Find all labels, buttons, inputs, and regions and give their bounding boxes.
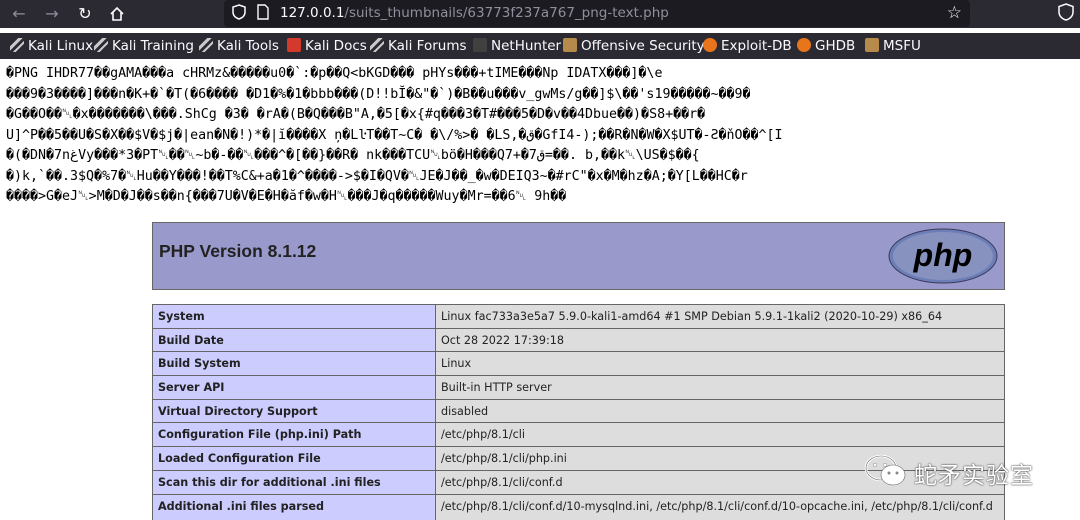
table-row: Build Date Oct 28 2022 17:39:18 bbox=[152, 327, 1005, 353]
bookmark-ghdb[interactable]: GHDB bbox=[797, 37, 855, 55]
bookmark-msfu[interactable]: MSFU bbox=[865, 37, 921, 55]
row-key: System bbox=[152, 304, 436, 329]
watermark-text: 蛇矛实验室 bbox=[914, 463, 1034, 489]
table-row: Build System Linux bbox=[152, 351, 1005, 377]
offsec-icon bbox=[563, 38, 577, 52]
garbled-line: U]^P��5��U�S�X��$V�$j�|ean�N�!)*�|ĭ����X… bbox=[6, 127, 783, 143]
garbled-line: �PNG IHDR77��gAMA���a cHRMz&�����u0�`:�p… bbox=[6, 66, 663, 81]
garbled-line: �G��O��␀�x�������\���.ShCg �3� �rA�(B�Q�… bbox=[6, 107, 706, 122]
url-path: /suits_thumbnails/63773f237a767_png-text… bbox=[344, 5, 669, 21]
reload-icon[interactable]: ↻ bbox=[74, 3, 96, 25]
bookmarks-bar: Kali Linux Kali Training Kali Tools Kali… bbox=[0, 33, 1080, 59]
bookmark-star-icon[interactable]: ☆ bbox=[947, 3, 962, 23]
bookmark-label: Kali Tools bbox=[217, 38, 279, 54]
kali-dragon-icon bbox=[10, 38, 24, 52]
bookmark-label: NetHunter bbox=[491, 38, 562, 54]
ghdb-icon bbox=[797, 38, 811, 52]
row-value: Oct 28 2022 17:39:18 bbox=[435, 327, 1005, 353]
row-key: Scan this dir for additional .ini files bbox=[152, 469, 436, 495]
row-key: Additional .ini files parsed bbox=[152, 493, 436, 520]
exploitdb-icon bbox=[703, 38, 717, 52]
bookmark-label: Offensive Security bbox=[581, 38, 705, 54]
bookmark-exploit-db[interactable]: Exploit-DB bbox=[703, 37, 792, 55]
php-logo[interactable]: php bbox=[888, 228, 998, 284]
kali-docs-icon bbox=[287, 38, 301, 52]
wechat-icon bbox=[864, 454, 906, 486]
bookmark-kali-training[interactable]: Kali Training bbox=[94, 37, 194, 55]
address-bar[interactable]: 127.0.0.1/suits_thumbnails/63773f237a767… bbox=[224, 0, 970, 27]
bookmark-offensive-security[interactable]: Offensive Security bbox=[563, 37, 705, 55]
bookmark-label: Kali Training bbox=[112, 38, 194, 54]
row-value: Linux bbox=[435, 351, 1005, 377]
bookmark-label: Kali Linux bbox=[28, 38, 94, 54]
bookmark-kali-tools[interactable]: Kali Tools bbox=[199, 37, 279, 55]
nethunter-icon bbox=[473, 38, 487, 52]
row-value: Built-in HTTP server bbox=[435, 375, 1005, 400]
garbled-line: �(�DN�7nغVy���*3�PT␀��␀~b�-��␀���^�[��}�… bbox=[6, 148, 700, 163]
row-key: Virtual Directory Support bbox=[152, 398, 436, 424]
table-row: Additional .ini files parsed/etc/php/8.1… bbox=[152, 493, 1005, 520]
row-value: disabled bbox=[435, 398, 1005, 424]
bookmark-label: Exploit-DB bbox=[721, 38, 792, 54]
php-version-header: PHP Version 8.1.12 php bbox=[152, 222, 1005, 290]
kali-dragon-icon bbox=[199, 38, 213, 52]
php-version-title: PHP Version 8.1.12 bbox=[159, 241, 317, 261]
url-text[interactable]: 127.0.0.1/suits_thumbnails/63773f237a767… bbox=[280, 5, 669, 21]
bookmark-label: GHDB bbox=[815, 38, 856, 54]
bookmark-label: MSFU bbox=[883, 38, 921, 54]
url-host: 127.0.0.1 bbox=[280, 5, 345, 21]
forward-arrow-icon[interactable]: → bbox=[41, 3, 63, 25]
php-logo-text: php bbox=[913, 237, 973, 273]
bookmark-kali-docs[interactable]: Kali Docs bbox=[287, 37, 367, 55]
row-value: /etc/php/8.1/cli bbox=[435, 422, 1005, 448]
row-key: Loaded Configuration File bbox=[152, 446, 436, 471]
bookmark-nethunter[interactable]: NetHunter bbox=[473, 37, 561, 55]
bookmark-kali-forums[interactable]: Kali Forums bbox=[370, 37, 467, 55]
table-row: Virtual Directory Support disabled bbox=[152, 398, 1005, 424]
row-key: Server API bbox=[152, 375, 436, 400]
table-row: Server API Built-in HTTP server bbox=[152, 375, 1005, 400]
row-key: Build System bbox=[152, 351, 436, 377]
row-key: Build Date bbox=[152, 327, 436, 353]
bookmark-kali-linux[interactable]: Kali Linux bbox=[10, 37, 93, 55]
row-value: Linux fac733a3e5a7 5.9.0-kali1-amd64 #1 … bbox=[435, 304, 1005, 329]
back-arrow-icon[interactable]: ← bbox=[8, 3, 30, 25]
row-value: /etc/php/8.1/cli/conf.d/10-mysqlnd.ini, … bbox=[435, 493, 1005, 520]
shield-icon[interactable] bbox=[230, 4, 248, 22]
browser-toolbar: ← → ↻ 127.0.0.1/suits_thumbnails/63773f2… bbox=[0, 0, 1080, 28]
table-row: System Linux fac733a3e5a7 5.9.0-kali1-amd… bbox=[152, 304, 1005, 329]
kali-dragon-icon bbox=[94, 38, 108, 52]
bookmark-label: Kali Docs bbox=[305, 38, 367, 54]
garbled-png-output: �PNG IHDR77��gAMA���a cHRMz&�����u0�`:�p… bbox=[6, 64, 1080, 208]
table-row: Configuration File (php.ini) Path/etc/ph… bbox=[152, 422, 1005, 448]
kali-dragon-icon bbox=[370, 38, 384, 52]
garbled-line: ���9�3����]���n�K+�`�T(�6���� �D1�%�1�bb… bbox=[6, 86, 751, 102]
pocket-shield-icon[interactable] bbox=[1058, 3, 1074, 25]
row-key: Configuration File (php.ini) Path bbox=[152, 422, 436, 448]
garbled-line: �)k,`��.3$Q�%7�␀Hu��Y���!��T%C&+a�1�^���… bbox=[6, 168, 748, 184]
bookmark-label: Kali Forums bbox=[388, 38, 467, 54]
home-icon[interactable] bbox=[106, 3, 128, 25]
page-info-icon[interactable] bbox=[254, 4, 272, 22]
msfu-icon bbox=[865, 38, 879, 52]
garbled-line: ����>G�eJ␀>M�D�J��s��n{���7U�V�E�H�ăf�w�… bbox=[6, 189, 567, 204]
